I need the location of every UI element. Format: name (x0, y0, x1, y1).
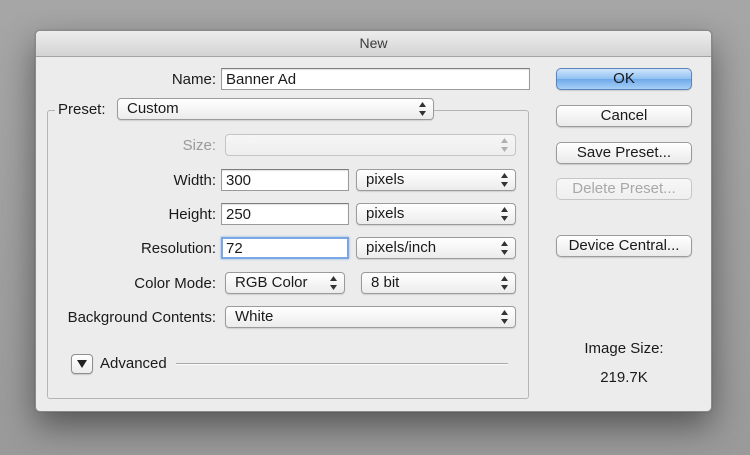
up-down-arrows-icon (330, 276, 337, 290)
up-down-arrows-icon (501, 138, 508, 152)
delete-preset-button: Delete Preset... (556, 178, 692, 200)
size-label: Size: (182, 137, 216, 154)
height-label: Height: (168, 206, 216, 223)
triangle-down-icon (77, 360, 87, 368)
background-contents-select[interactable]: White (225, 306, 516, 328)
color-mode-value: RGB Color (235, 274, 308, 291)
preset-select[interactable]: Custom (117, 98, 434, 120)
height-field[interactable]: 250 (221, 203, 349, 225)
bit-depth-value: 8 bit (371, 274, 400, 291)
advanced-divider (176, 363, 508, 365)
width-unit-select[interactable]: pixels (356, 169, 516, 191)
name-label: Name: (171, 71, 216, 88)
save-preset-button[interactable]: Save Preset... (556, 142, 692, 164)
cancel-button[interactable]: Cancel (556, 105, 692, 127)
advanced-label: Advanced (100, 355, 167, 372)
height-unit-value: pixels (366, 205, 405, 222)
up-down-arrows-icon (501, 241, 508, 255)
resolution-field[interactable]: 72 (221, 237, 349, 259)
image-size-value: 219.7K (600, 369, 648, 386)
preset-select-value: Custom (127, 100, 179, 117)
width-unit-value: pixels (366, 171, 405, 188)
color-mode-select[interactable]: RGB Color (225, 272, 345, 294)
ok-button[interactable]: OK (556, 68, 692, 90)
height-unit-select[interactable]: pixels (356, 203, 516, 225)
background-contents-label: Background Contents: (67, 309, 216, 326)
window-title: New (36, 31, 711, 57)
new-document-dialog: New Name: Banner Ad Preset: Custom Size:… (35, 30, 712, 412)
width-label: Width: (173, 172, 216, 189)
image-size-label: Image Size: (584, 340, 664, 357)
resolution-label: Resolution: (140, 240, 216, 257)
up-down-arrows-icon (501, 276, 508, 290)
width-field[interactable]: 300 (221, 169, 349, 191)
bit-depth-select[interactable]: 8 bit (361, 272, 516, 294)
up-down-arrows-icon (501, 173, 508, 187)
device-central-button[interactable]: Device Central... (556, 235, 692, 257)
preset-label: Preset: (58, 101, 106, 118)
up-down-arrows-icon (501, 207, 508, 221)
size-select (225, 134, 516, 156)
resolution-unit-select[interactable]: pixels/inch (356, 237, 516, 259)
advanced-toggle[interactable] (71, 354, 93, 374)
resolution-unit-value: pixels/inch (366, 239, 437, 256)
color-mode-label: Color Mode: (134, 275, 216, 292)
up-down-arrows-icon (501, 310, 508, 324)
name-field[interactable]: Banner Ad (221, 68, 530, 90)
background-contents-value: White (235, 308, 274, 325)
up-down-arrows-icon (419, 102, 426, 116)
